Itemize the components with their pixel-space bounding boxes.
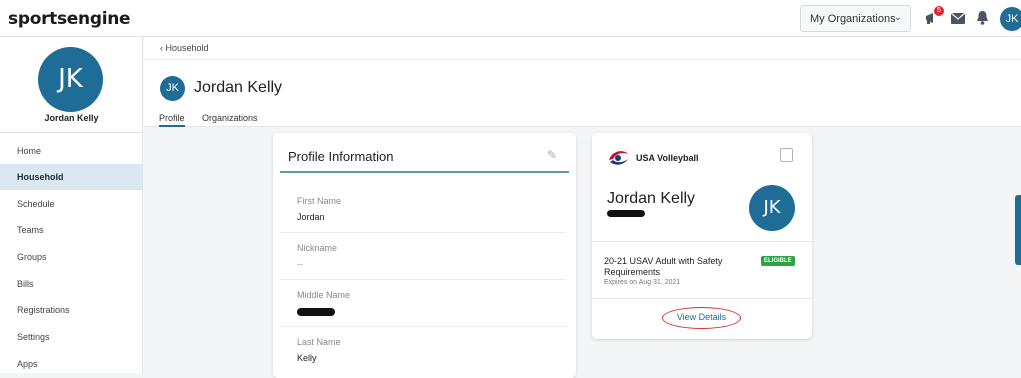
sidebar: JK Jordan Kelly Home Household Schedule …	[0, 37, 143, 373]
expiration-date: Expires on Aug 31, 2021	[604, 279, 681, 286]
tab-organizations[interactable]: Organizations	[202, 113, 258, 123]
sidebar-item-groups[interactable]: Groups	[0, 244, 143, 270]
edit-pencil-icon[interactable]: ✎	[547, 148, 557, 162]
chevron-down-icon: ⌄	[893, 12, 902, 23]
page-header: ‹ Household JK Jordan Kelly Profile Orga…	[144, 37, 1021, 127]
view-details-link[interactable]: View Details	[662, 307, 741, 329]
eligibility-card: USA Volleyball Jordan Kelly JK 20-21 USA…	[592, 133, 812, 339]
member-avatar: JK	[749, 185, 795, 231]
bell-icon[interactable]	[976, 10, 989, 26]
breadcrumb[interactable]: ‹ Household	[160, 43, 209, 53]
field-value: --	[297, 259, 303, 269]
person-avatar: JK	[160, 76, 185, 101]
nickname-field: Nickname --	[280, 233, 566, 280]
field-value: Jordan	[297, 212, 325, 222]
notification-count-badge: 5	[934, 6, 944, 16]
card-divider	[592, 298, 812, 299]
membership-title: 20-21 USAV Adult with Safety Requirement…	[604, 256, 723, 277]
member-name: Jordan Kelly	[607, 190, 696, 207]
usa-volleyball-logo-icon	[609, 151, 628, 165]
tab-profile[interactable]: Profile	[159, 113, 185, 127]
sportsengine-logo[interactable]: sportsengine	[8, 9, 131, 29]
sidebar-item-settings[interactable]: Settings	[0, 324, 143, 350]
field-label: Nickname	[297, 243, 338, 253]
field-label: Last Name	[297, 337, 341, 347]
sidebar-item-bills[interactable]: Bills	[0, 271, 143, 297]
field-value: Kelly	[297, 353, 317, 363]
sidebar-divider	[0, 132, 143, 133]
field-label: Middle Name	[297, 290, 351, 300]
my-organizations-dropdown[interactable]: My Organizations ⌄	[800, 5, 911, 32]
page-title: Jordan Kelly	[194, 79, 283, 96]
header-divider	[144, 59, 1021, 60]
middle-name-field: Middle Name	[280, 280, 566, 327]
redaction-mark	[297, 308, 335, 316]
sidebar-avatar: JK	[38, 47, 103, 112]
my-organizations-label: My Organizations	[810, 13, 896, 25]
document-icon[interactable]	[780, 148, 793, 162]
mail-icon[interactable]	[951, 13, 965, 24]
first-name-field: First Name Jordan	[280, 186, 566, 233]
field-label: First Name	[297, 196, 342, 206]
organization-name: USA Volleyball	[636, 153, 699, 163]
redaction-mark	[607, 210, 645, 217]
sidebar-item-home[interactable]: Home	[0, 138, 143, 164]
side-drawer-handle[interactable]	[1015, 195, 1021, 265]
user-avatar[interactable]: JK	[1000, 7, 1021, 31]
sidebar-item-teams[interactable]: Teams	[0, 217, 143, 243]
top-bar: sportsengine My Organizations ⌄ 5 JK	[0, 0, 1021, 37]
last-name-field: Last Name Kelly	[280, 327, 566, 374]
sidebar-item-schedule[interactable]: Schedule	[0, 191, 143, 217]
profile-information-card: Profile Information ✎ First Name Jordan …	[273, 133, 576, 378]
profile-card-title: Profile Information	[288, 149, 394, 164]
sidebar-item-registrations[interactable]: Registrations	[0, 297, 143, 323]
sidebar-item-apps[interactable]: Apps	[0, 351, 143, 377]
sidebar-user-name: Jordan Kelly	[44, 113, 99, 123]
status-badge: ELIGIBLE	[761, 256, 795, 266]
card-divider	[592, 241, 812, 242]
sidebar-item-household[interactable]: Household	[0, 164, 143, 190]
breadcrumb-household: Household	[165, 43, 209, 53]
profile-card-underline	[280, 171, 569, 173]
